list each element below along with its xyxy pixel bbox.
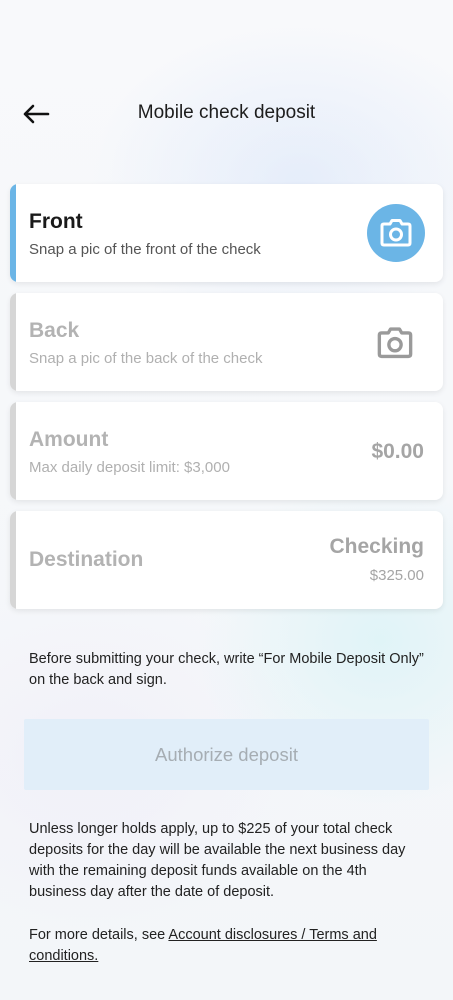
front-camera-button[interactable] <box>367 204 425 262</box>
back-card-accent <box>10 293 16 391</box>
amount-value: $0.00 <box>371 440 424 463</box>
amount-card[interactable]: Amount Max daily deposit limit: $3,000 $… <box>10 402 443 500</box>
details-text: For more details, see Account disclosure… <box>29 925 425 967</box>
page-title: Mobile check deposit <box>137 102 316 123</box>
authorize-deposit-button[interactable]: Authorize deposit <box>24 719 429 790</box>
destination-card-accent <box>10 511 16 609</box>
details-prefix: For more details, see <box>29 927 169 943</box>
destination-account: Checking <box>329 535 424 558</box>
amount-card-accent <box>10 402 16 500</box>
front-card[interactable]: Front Snap a pic of the front of the che… <box>10 184 443 282</box>
back-camera-button[interactable] <box>375 323 415 363</box>
front-title: Front <box>29 210 83 233</box>
mobile-check-deposit-screen: Mobile check deposit Front Snap a pic of… <box>0 0 453 1000</box>
front-subtitle: Snap a pic of the front of the check <box>29 241 261 258</box>
camera-icon <box>377 327 413 359</box>
back-card[interactable]: Back Snap a pic of the back of the check <box>10 293 443 391</box>
front-card-accent <box>10 184 16 282</box>
destination-balance: $325.00 <box>369 567 424 584</box>
back-title: Back <box>29 319 80 342</box>
amount-title: Amount <box>29 428 109 451</box>
destination-title: Destination <box>29 548 144 571</box>
header: Mobile check deposit <box>0 92 453 136</box>
holds-notice: Unless longer holds apply, up to $225 of… <box>29 821 406 900</box>
destination-card[interactable]: Destination Checking $325.00 <box>10 511 443 609</box>
amount-subtitle: Max daily deposit limit: $3,000 <box>29 459 230 476</box>
back-subtitle: Snap a pic of the back of the check <box>29 350 263 367</box>
instructions-text: Before submitting your check, write “For… <box>29 651 424 688</box>
camera-icon <box>380 219 412 247</box>
